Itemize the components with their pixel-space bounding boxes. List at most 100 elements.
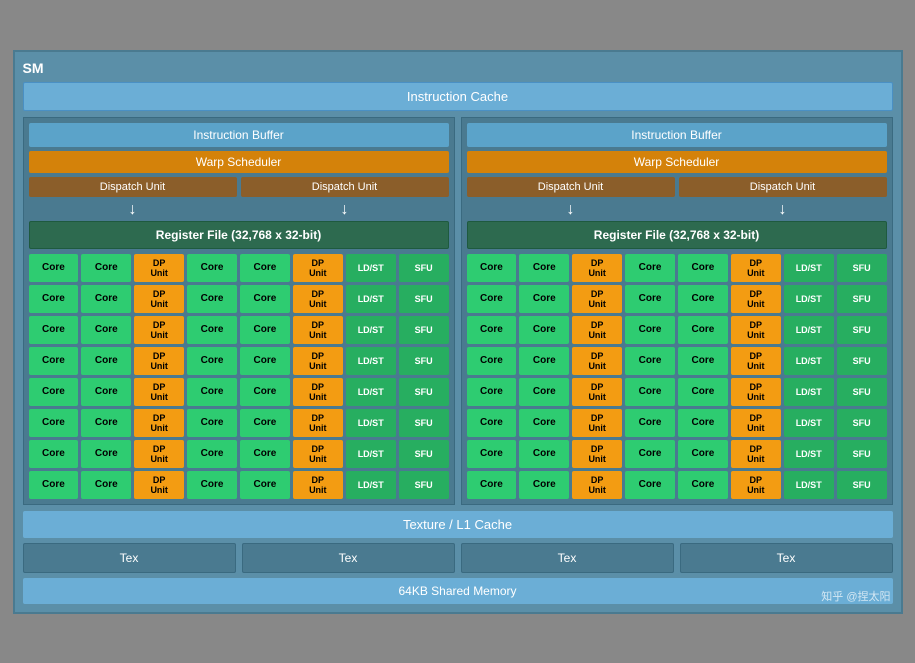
dp-unit-cell: DPUnit <box>731 440 781 468</box>
cores-row: CoreCoreDPUnitCoreCoreDPUnitLD/STSFU <box>467 316 887 344</box>
cores-row: CoreCoreDPUnitCoreCoreDPUnitLD/STSFU <box>29 316 449 344</box>
core-cell: Core <box>467 316 517 344</box>
cores-row: CoreCoreDPUnitCoreCoreDPUnitLD/STSFU <box>29 409 449 437</box>
core-cell: Core <box>29 316 79 344</box>
dp-unit-cell: DPUnit <box>572 378 622 406</box>
cores-row: CoreCoreDPUnitCoreCoreDPUnitLD/STSFU <box>467 254 887 282</box>
ldst-cell: LD/ST <box>784 316 834 344</box>
core-cell: Core <box>467 409 517 437</box>
sfu-cell: SFU <box>837 316 887 344</box>
left-instruction-buffer: Instruction Buffer <box>29 123 449 147</box>
core-cell: Core <box>240 471 290 499</box>
tex-3: Tex <box>461 543 674 573</box>
dp-unit-cell: DPUnit <box>134 471 184 499</box>
dp-unit-cell: DPUnit <box>731 471 781 499</box>
tex-row: Tex Tex Tex Tex <box>23 543 893 573</box>
sfu-cell: SFU <box>837 409 887 437</box>
cores-row: CoreCoreDPUnitCoreCoreDPUnitLD/STSFU <box>29 471 449 499</box>
dp-unit-cell: DPUnit <box>731 409 781 437</box>
dp-unit-cell: DPUnit <box>293 316 343 344</box>
ldst-cell: LD/ST <box>346 316 396 344</box>
left-half: Instruction Buffer Warp Scheduler Dispat… <box>23 117 455 505</box>
core-cell: Core <box>625 316 675 344</box>
dp-unit-cell: DPUnit <box>572 347 622 375</box>
two-column-layout: Instruction Buffer Warp Scheduler Dispat… <box>23 117 893 505</box>
dp-unit-cell: DPUnit <box>134 316 184 344</box>
left-dispatch-unit-1: Dispatch Unit <box>29 177 237 197</box>
dp-unit-cell: DPUnit <box>572 471 622 499</box>
right-arrow-1: ↓ <box>467 201 675 219</box>
dp-unit-cell: DPUnit <box>293 285 343 313</box>
sfu-cell: SFU <box>399 378 449 406</box>
core-cell: Core <box>467 285 517 313</box>
core-cell: Core <box>678 254 728 282</box>
core-cell: Core <box>81 285 131 313</box>
ldst-cell: LD/ST <box>346 347 396 375</box>
core-cell: Core <box>467 347 517 375</box>
dp-unit-cell: DPUnit <box>134 409 184 437</box>
dp-unit-cell: DPUnit <box>293 378 343 406</box>
sfu-cell: SFU <box>837 347 887 375</box>
left-dispatch-row: Dispatch Unit Dispatch Unit <box>29 177 449 197</box>
core-cell: Core <box>678 285 728 313</box>
sfu-cell: SFU <box>399 409 449 437</box>
core-cell: Core <box>519 409 569 437</box>
cores-row: CoreCoreDPUnitCoreCoreDPUnitLD/STSFU <box>467 347 887 375</box>
core-cell: Core <box>187 440 237 468</box>
dp-unit-cell: DPUnit <box>572 409 622 437</box>
sfu-cell: SFU <box>399 440 449 468</box>
core-cell: Core <box>519 254 569 282</box>
dp-unit-cell: DPUnit <box>731 378 781 406</box>
sm-label: SM <box>23 60 893 76</box>
core-cell: Core <box>625 471 675 499</box>
core-cell: Core <box>519 316 569 344</box>
cores-row: CoreCoreDPUnitCoreCoreDPUnitLD/STSFU <box>467 409 887 437</box>
ldst-cell: LD/ST <box>784 347 834 375</box>
core-cell: Core <box>240 347 290 375</box>
core-cell: Core <box>678 316 728 344</box>
tex-4: Tex <box>680 543 893 573</box>
core-cell: Core <box>29 285 79 313</box>
core-cell: Core <box>81 378 131 406</box>
core-cell: Core <box>519 471 569 499</box>
sfu-cell: SFU <box>399 316 449 344</box>
core-cell: Core <box>187 378 237 406</box>
ldst-cell: LD/ST <box>346 471 396 499</box>
sfu-cell: SFU <box>837 440 887 468</box>
sfu-cell: SFU <box>399 471 449 499</box>
core-cell: Core <box>519 378 569 406</box>
core-cell: Core <box>240 440 290 468</box>
right-dispatch-unit-1: Dispatch Unit <box>467 177 675 197</box>
sfu-cell: SFU <box>837 285 887 313</box>
core-cell: Core <box>625 254 675 282</box>
dp-unit-cell: DPUnit <box>293 254 343 282</box>
right-arrows: ↓ ↓ <box>467 201 887 219</box>
dp-unit-cell: DPUnit <box>572 440 622 468</box>
core-cell: Core <box>81 471 131 499</box>
core-cell: Core <box>625 409 675 437</box>
ldst-cell: LD/ST <box>346 254 396 282</box>
core-cell: Core <box>625 285 675 313</box>
core-cell: Core <box>81 440 131 468</box>
dp-unit-cell: DPUnit <box>293 471 343 499</box>
dp-unit-cell: DPUnit <box>731 285 781 313</box>
core-cell: Core <box>187 471 237 499</box>
dp-unit-cell: DPUnit <box>293 347 343 375</box>
core-cell: Core <box>625 378 675 406</box>
ldst-cell: LD/ST <box>784 285 834 313</box>
core-cell: Core <box>625 347 675 375</box>
core-cell: Core <box>29 440 79 468</box>
core-cell: Core <box>467 440 517 468</box>
sfu-cell: SFU <box>399 254 449 282</box>
core-cell: Core <box>187 285 237 313</box>
core-cell: Core <box>29 254 79 282</box>
right-register-file: Register File (32,768 x 32-bit) <box>467 221 887 249</box>
core-cell: Core <box>678 471 728 499</box>
core-cell: Core <box>81 316 131 344</box>
instruction-cache: Instruction Cache <box>23 82 893 111</box>
cores-row: CoreCoreDPUnitCoreCoreDPUnitLD/STSFU <box>29 347 449 375</box>
dp-unit-cell: DPUnit <box>731 316 781 344</box>
core-cell: Core <box>29 347 79 375</box>
left-arrow-2: ↓ <box>241 201 449 219</box>
core-cell: Core <box>519 347 569 375</box>
